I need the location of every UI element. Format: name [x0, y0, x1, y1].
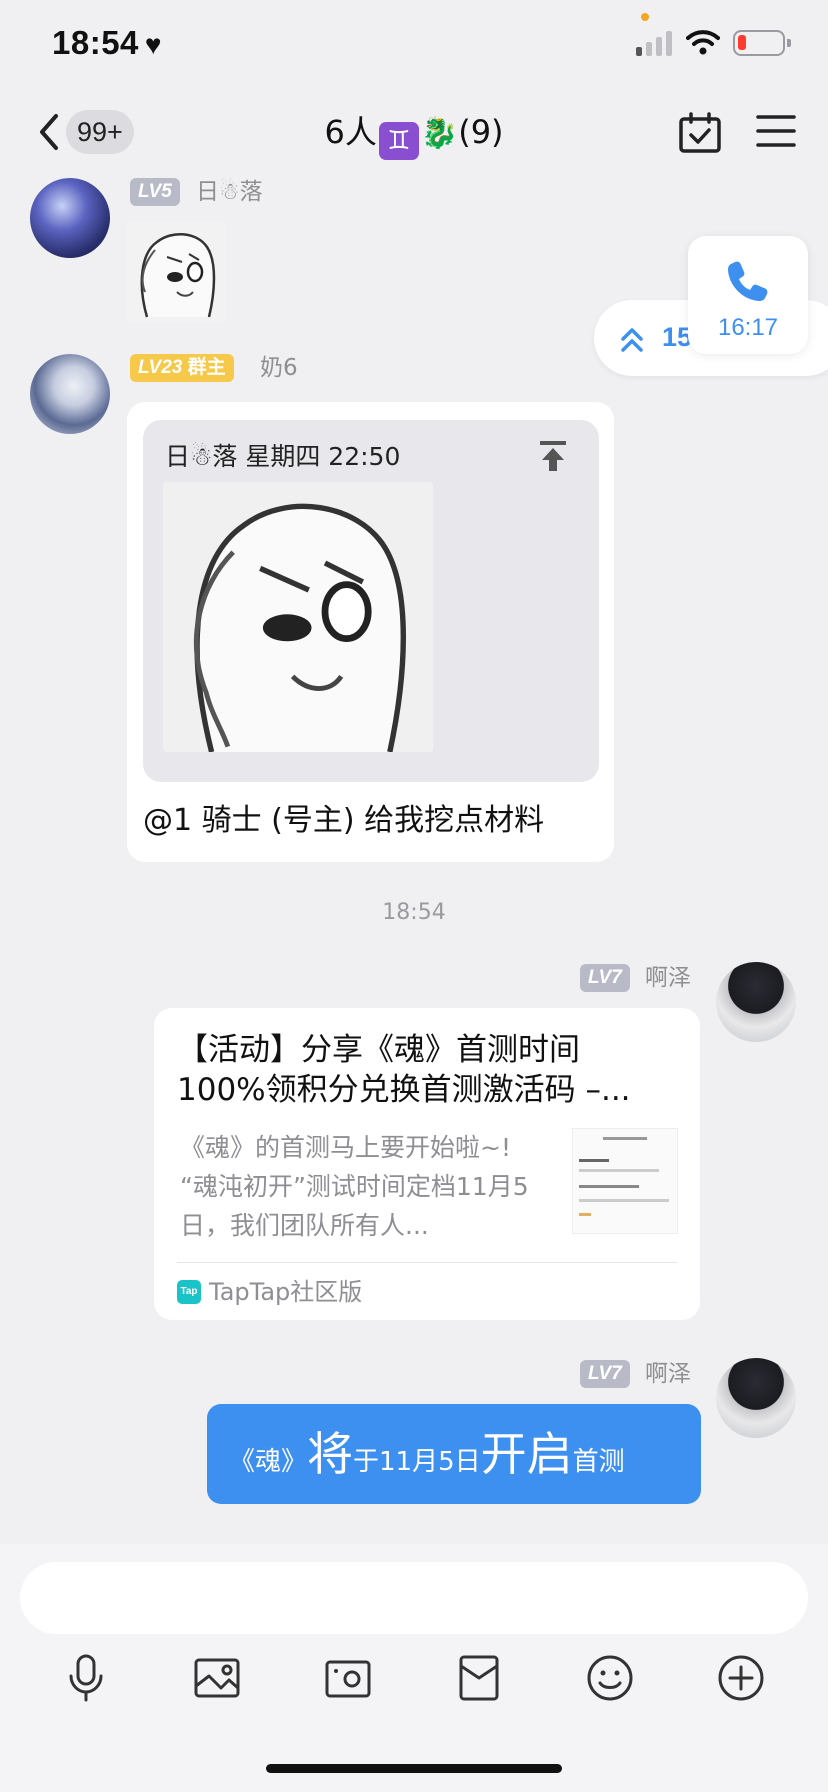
sender-name[interactable]: 啊泽 [645, 964, 691, 992]
wifi-icon [686, 30, 720, 55]
owner-role: 群主 [187, 357, 226, 378]
link-card-thumbnail [572, 1128, 678, 1234]
link-card-description: 《魂》的首测马上要开始啦~! “魂沌初开”测试时间定档11月5 日，我们团队所有… [180, 1133, 529, 1240]
phone-icon[interactable] [725, 258, 771, 304]
plus-circle-icon[interactable] [715, 1652, 767, 1704]
back-chevron-icon[interactable] [34, 110, 64, 154]
red-packet-icon[interactable] [453, 1652, 505, 1704]
double-chevron-up-icon[interactable] [618, 326, 646, 354]
sender-name[interactable]: 奶6 [260, 354, 298, 382]
heart-icon: ♥ [144, 29, 163, 60]
pin-top-icon[interactable] [538, 440, 568, 472]
microphone-icon[interactable] [60, 1652, 112, 1704]
sender-name[interactable]: 啊泽 [645, 1360, 691, 1388]
calendar-check-icon[interactable] [678, 112, 722, 154]
card-divider [177, 1262, 677, 1263]
level-badge: LV5 [130, 178, 180, 206]
gemini-emoji: ♊ [378, 122, 419, 160]
status-time: 18:54 ♥ [52, 24, 163, 61]
call-duration: 16:17 [717, 314, 779, 341]
level-badge: LV23 群主 [130, 354, 234, 382]
avatar[interactable] [30, 178, 110, 258]
image-icon[interactable] [191, 1652, 243, 1704]
message-bubble[interactable]: 《魂》将于11月5日开启首测 [207, 1404, 701, 1504]
battery-icon [733, 30, 791, 56]
quote-header: 日☃落 星期四 22:50 [165, 442, 401, 471]
link-card-source: TapTap社区版 [209, 1278, 363, 1306]
avatar[interactable] [716, 1358, 796, 1438]
level-badge: LV7 [580, 964, 630, 992]
dragon-emoji: 🐉 [420, 116, 459, 151]
chat-title[interactable]: 6人 ♊ 🐉(9) [300, 110, 528, 160]
home-indicator[interactable] [266, 1764, 562, 1773]
avatar[interactable] [716, 962, 796, 1042]
sticker-image[interactable] [127, 222, 227, 322]
message-text: @1 骑士 (号主) 给我挖点材料 [143, 803, 545, 838]
time-separator: 18:54 [382, 900, 446, 925]
cellular-signal-icon [636, 30, 676, 56]
link-card-title: 【活动】分享《魂》首测时间 100%领积分兑换首测激活码 –... [177, 1032, 631, 1108]
menu-icon[interactable] [756, 112, 796, 150]
taptap-logo-icon: Tap [177, 1280, 201, 1304]
sender-name[interactable]: 日☃落 [196, 178, 263, 206]
privacy-indicator-dot [641, 13, 649, 21]
quoted-sticker-image[interactable] [163, 482, 433, 752]
level-badge: LV7 [580, 1360, 630, 1388]
message-input[interactable] [20, 1562, 808, 1634]
camera-icon[interactable] [322, 1652, 374, 1704]
emoji-icon[interactable] [584, 1652, 636, 1704]
avatar[interactable] [30, 354, 110, 434]
unread-badge[interactable]: 99+ [66, 110, 134, 154]
